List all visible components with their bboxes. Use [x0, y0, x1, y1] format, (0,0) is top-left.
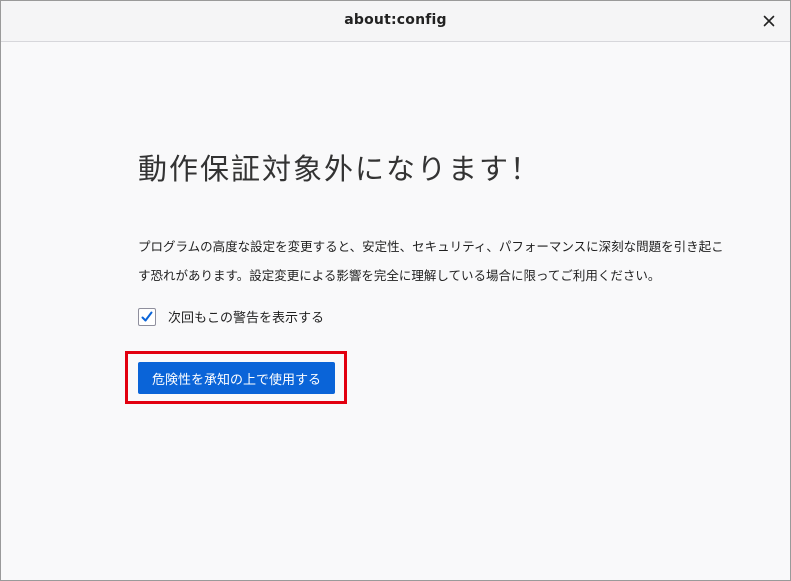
title-bar: about:config [1, 1, 790, 42]
window-title: about:config [344, 12, 447, 28]
checkmark-icon [141, 311, 153, 321]
warning-heading: 動作保証対象外になります！ [138, 152, 542, 186]
show-warning-checkbox[interactable] [138, 307, 156, 326]
show-warning-checkbox-label[interactable]: 次回もこの警告を表示する [168, 307, 324, 326]
show-warning-checkbox-row[interactable]: 次回もこの警告を表示する [138, 307, 324, 326]
warning-description: プログラムの高度な設定を変更すると、安定性、セキュリティ、パフォーマンスに深刻な… [138, 239, 724, 283]
content-area: 動作保証対象外になります！ プログラムの高度な設定を変更すると、安定性、セキュリ… [1, 42, 790, 580]
dialog-window: about:config 動作保証対象外になります！ プログラムの高度な設定を変… [0, 0, 791, 581]
accept-risk-button[interactable]: 危険性を承知の上で使用する [138, 362, 335, 394]
close-button[interactable] [758, 10, 780, 32]
close-icon [763, 15, 775, 27]
